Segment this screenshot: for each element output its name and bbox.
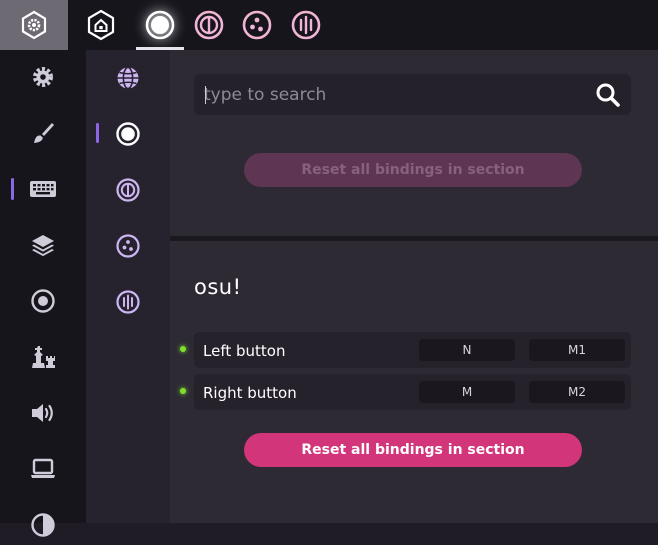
subsection-global[interactable] [86,58,170,98]
home-hexagon-icon [87,9,115,41]
section-online[interactable] [0,505,86,545]
subsection-catch[interactable] [86,226,170,266]
binding-status-indicator [180,346,186,352]
keybinding-label: Right button [203,384,297,402]
osu-ruleset-icon [145,10,175,40]
gear-icon [33,67,53,87]
section-graphics[interactable] [0,449,86,489]
active-section-indicator [11,178,14,200]
ruleset-tab-osu[interactable] [136,0,184,50]
catch-ruleset-icon [242,10,272,40]
keybinding-label: Left button [203,342,286,360]
globe-icon [117,66,139,90]
search-input[interactable] [204,74,584,115]
key-binding-box[interactable]: M2 [529,381,625,403]
speaker-icon [32,404,53,422]
taiko-ruleset-icon [116,178,140,202]
key-binding-box[interactable]: M1 [529,339,625,361]
ruleset-tab-mania[interactable] [282,0,330,50]
section-user-interface[interactable] [0,225,86,265]
keyboard-icon [30,181,56,197]
chess-icon [32,346,55,368]
section-rulesets[interactable] [0,337,86,377]
gear-hexagon-icon [21,10,47,40]
section-audio[interactable] [0,393,86,433]
section-skin[interactable] [0,113,86,153]
subsection-sidebar [86,50,170,523]
settings-content: Reset all bindings in section osu! Left … [170,50,658,523]
osu-ruleset-icon [116,122,140,146]
paintbrush-icon [34,123,54,143]
ruleset-tab-catch[interactable] [233,0,281,50]
layers-icon [32,235,54,257]
settings-section-sidebar [0,50,86,537]
toolbar [0,0,658,50]
subsection-taiko[interactable] [86,170,170,210]
reset-all-bindings-button[interactable]: Reset all bindings in section [244,433,582,467]
circle-target-icon [31,289,55,313]
taiko-ruleset-icon [194,10,224,40]
section-input[interactable] [0,169,86,209]
section-divider [170,236,658,241]
ruleset-tab-taiko[interactable] [185,0,233,50]
section-title: osu! [194,275,242,299]
keybinding-row-right-button[interactable]: Right button M M2 [180,374,631,410]
reset-all-bindings-button-disabled[interactable]: Reset all bindings in section [244,153,582,187]
catch-ruleset-icon [116,234,140,258]
text-cursor [205,86,206,104]
half-circle-icon [31,513,55,537]
active-subsection-indicator [96,123,99,143]
key-binding-box[interactable]: M [419,381,515,403]
subsection-osu[interactable] [86,114,170,154]
key-binding-box[interactable]: N [419,339,515,361]
settings-button[interactable] [0,0,68,50]
home-button[interactable] [70,0,132,50]
search-icon[interactable] [595,82,621,108]
section-general[interactable] [0,57,86,97]
keybinding-row-left-button[interactable]: Left button N M1 [180,332,631,368]
laptop-icon [31,458,55,478]
search-box[interactable] [194,74,631,115]
subsection-mania[interactable] [86,282,170,322]
mania-ruleset-icon [291,10,321,40]
binding-status-indicator [180,388,186,394]
section-gameplay[interactable] [0,281,86,321]
mania-ruleset-icon [116,290,140,314]
